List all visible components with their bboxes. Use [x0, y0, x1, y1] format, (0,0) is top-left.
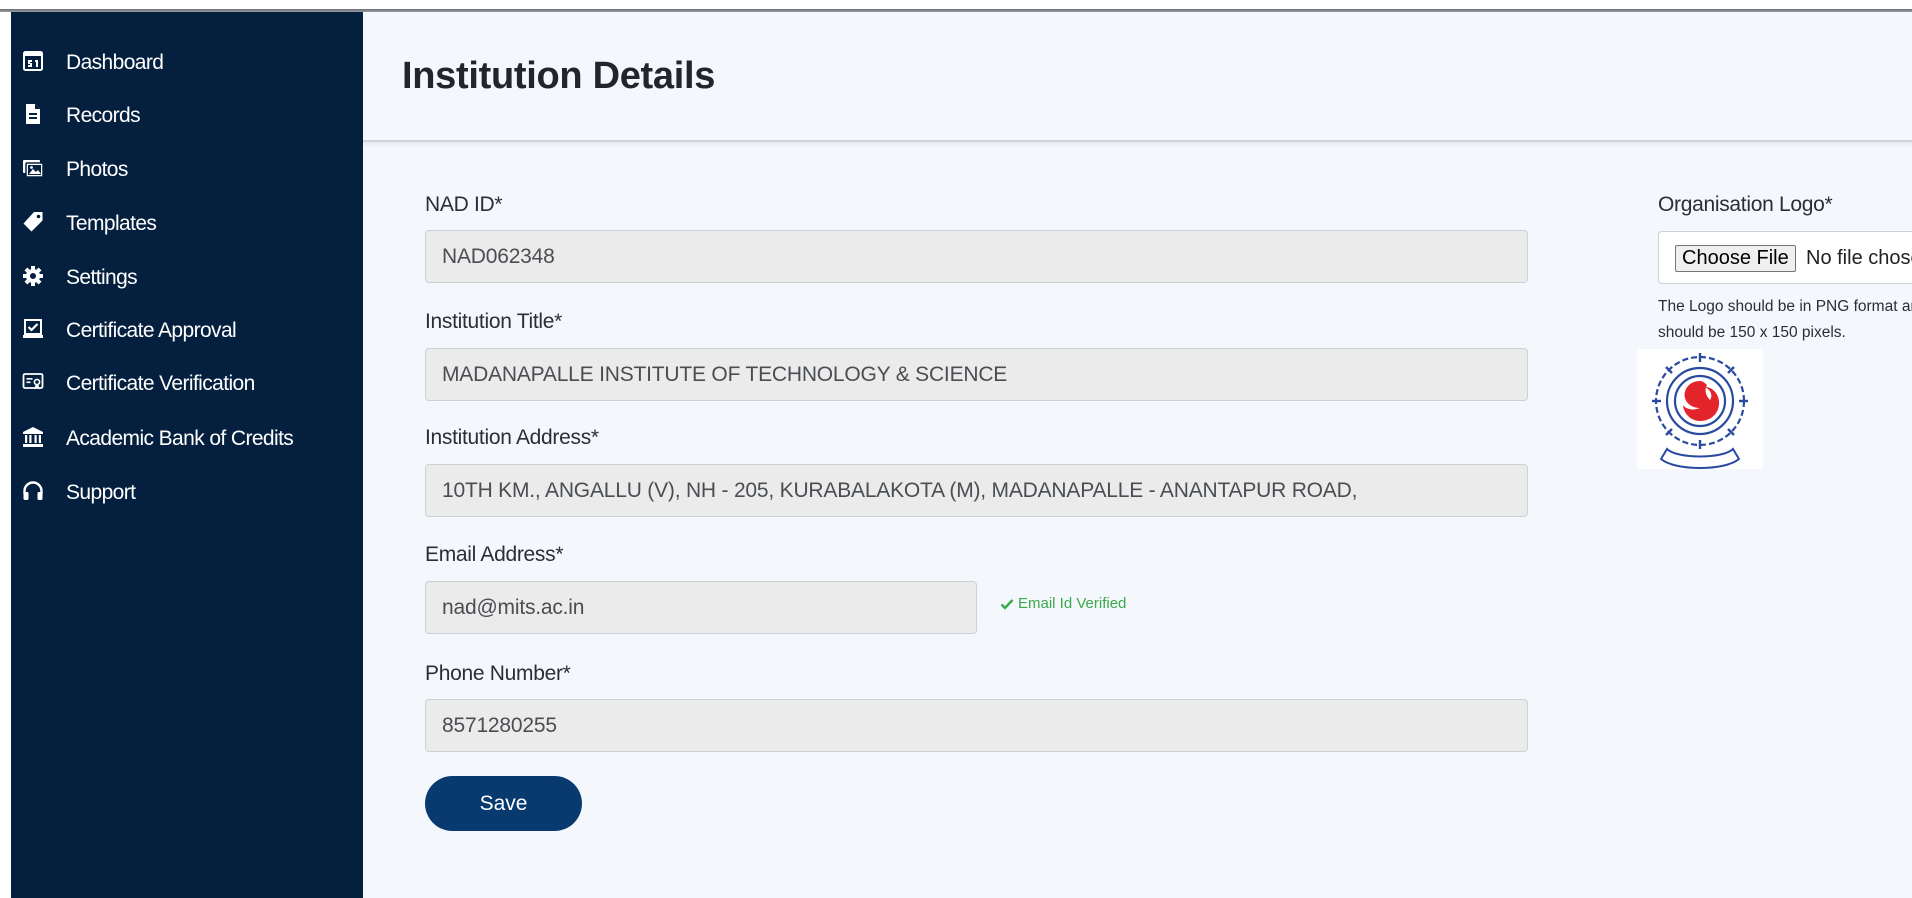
email-field[interactable]	[425, 581, 977, 634]
email-verified-badge: Email Id Verified	[1000, 595, 1126, 612]
bank-icon	[22, 426, 44, 448]
photos-icon	[22, 157, 44, 179]
sidebar-item-label: Settings	[66, 266, 138, 289]
sidebar-item-label: Templates	[66, 212, 157, 235]
sidebar-item-label: Certificate Verification	[66, 372, 255, 395]
sidebar-item-certificate-approval[interactable]: Certificate Approval	[11, 309, 363, 349]
sidebar-item-academic-bank-of-credits[interactable]: Academic Bank of Credits	[11, 417, 363, 457]
check-icon	[1000, 598, 1014, 610]
institution-title-label: Institution Title*	[425, 310, 563, 333]
sidebar-item-support[interactable]: Support	[11, 471, 363, 511]
logo-help-text: The Logo should be in PNG format and sho…	[1658, 294, 1912, 346]
sidebar-item-dashboard[interactable]: Dashboard	[11, 41, 363, 81]
logo-help-line-1: The Logo should be in PNG format and	[1658, 298, 1912, 315]
institution-address-field[interactable]	[425, 464, 1528, 517]
page-header: Institution Details	[363, 12, 1912, 142]
sidebar-item-records[interactable]: Records	[11, 94, 363, 134]
tag-icon	[22, 211, 44, 233]
sidebar: Dashboard Records Photos Templates Setti…	[11, 12, 363, 898]
institution-logo-icon	[1652, 353, 1748, 469]
file-icon	[22, 103, 44, 125]
institution-address-label: Institution Address*	[425, 426, 599, 449]
sidebar-item-label: Academic Bank of Credits	[66, 427, 294, 450]
top-edge	[0, 0, 1912, 12]
organisation-logo-label: Organisation Logo*	[1658, 193, 1833, 216]
sidebar-item-label: Photos	[66, 158, 128, 181]
headset-icon	[22, 480, 44, 502]
email-verified-text: Email Id Verified	[1018, 595, 1127, 612]
sidebar-item-label: Records	[66, 104, 141, 127]
no-file-text: No file chosen	[1806, 247, 1912, 269]
sidebar-item-label: Support	[66, 481, 136, 504]
dashboard-icon	[22, 50, 44, 72]
approval-icon	[22, 318, 44, 340]
nad-id-label: NAD ID*	[425, 193, 503, 216]
sidebar-item-photos[interactable]: Photos	[11, 148, 363, 188]
gear-icon	[22, 265, 44, 287]
organisation-logo-image	[1637, 349, 1763, 469]
sidebar-item-settings[interactable]: Settings	[11, 256, 363, 296]
certificate-icon	[22, 371, 44, 393]
email-label: Email Address*	[425, 543, 564, 566]
sidebar-item-label: Certificate Approval	[66, 319, 237, 342]
left-edge	[0, 12, 11, 898]
nad-id-field[interactable]	[425, 230, 1528, 283]
institution-title-field[interactable]	[425, 348, 1528, 401]
logo-file-input[interactable]: Choose File No file chosen	[1658, 231, 1912, 284]
save-button[interactable]: Save	[425, 776, 582, 831]
phone-field[interactable]	[425, 699, 1528, 752]
phone-label: Phone Number*	[425, 662, 571, 685]
logo-help-line-2: should be 150 x 150 pixels.	[1658, 324, 1846, 341]
page-title: Institution Details	[402, 55, 716, 97]
sidebar-item-label: Dashboard	[66, 51, 164, 74]
choose-file-button[interactable]: Choose File	[1675, 245, 1796, 272]
main-content: Institution Details NAD ID* Institution …	[363, 12, 1912, 898]
sidebar-item-templates[interactable]: Templates	[11, 202, 363, 242]
sidebar-item-certificate-verification[interactable]: Certificate Verification	[11, 362, 363, 402]
